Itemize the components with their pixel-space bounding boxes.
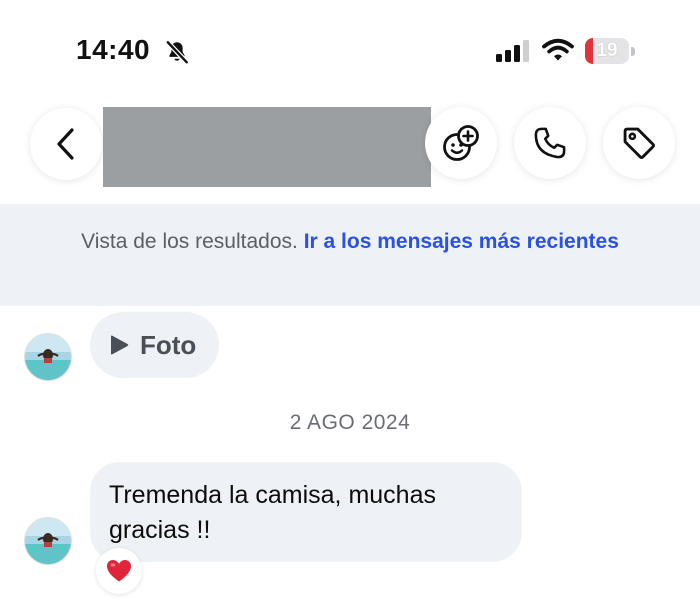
- results-view-text: Vista de los resultados.: [81, 230, 298, 253]
- battery-icon: 19: [585, 38, 635, 64]
- avatar-image: [25, 334, 71, 380]
- avatar-image: [25, 518, 71, 564]
- sender-avatar[interactable]: [24, 333, 72, 381]
- status-bar: 14:40 19: [0, 0, 700, 100]
- banner-content: Vista de los resultados. Ir a los mensaj…: [0, 228, 700, 255]
- tag-icon: [623, 127, 655, 159]
- tag-button[interactable]: [603, 107, 675, 179]
- heart-reaction[interactable]: [96, 548, 142, 594]
- status-time: 14:40: [76, 34, 151, 65]
- wifi-icon: [542, 38, 574, 61]
- contact-name-redacted[interactable]: [103, 107, 431, 187]
- go-to-recent-messages-link[interactable]: Ir a los mensajes más recientes: [304, 230, 619, 253]
- date-separator: 2 AGO 2024: [289, 411, 411, 434]
- sticker-add-icon: [443, 125, 479, 161]
- back-arrow-icon: [57, 128, 74, 160]
- text-message-content: Tremenda la camisa, muchas gracias !!: [109, 481, 436, 544]
- phone-icon: [534, 127, 566, 159]
- sticker-button[interactable]: [425, 107, 497, 179]
- bell-off-icon: [166, 40, 189, 64]
- sender-avatar[interactable]: [24, 517, 72, 565]
- battery-nub: [631, 47, 635, 56]
- call-button[interactable]: [514, 107, 586, 179]
- search-results-banner: Vista de los resultados. Ir a los mensaj…: [0, 204, 700, 306]
- photo-label: Foto: [140, 330, 197, 360]
- battery-percentage: 19: [596, 40, 618, 61]
- cellular-signal-icon: [496, 40, 529, 62]
- heart-icon: [107, 560, 131, 582]
- play-icon: [111, 335, 129, 355]
- back-button[interactable]: [30, 108, 102, 180]
